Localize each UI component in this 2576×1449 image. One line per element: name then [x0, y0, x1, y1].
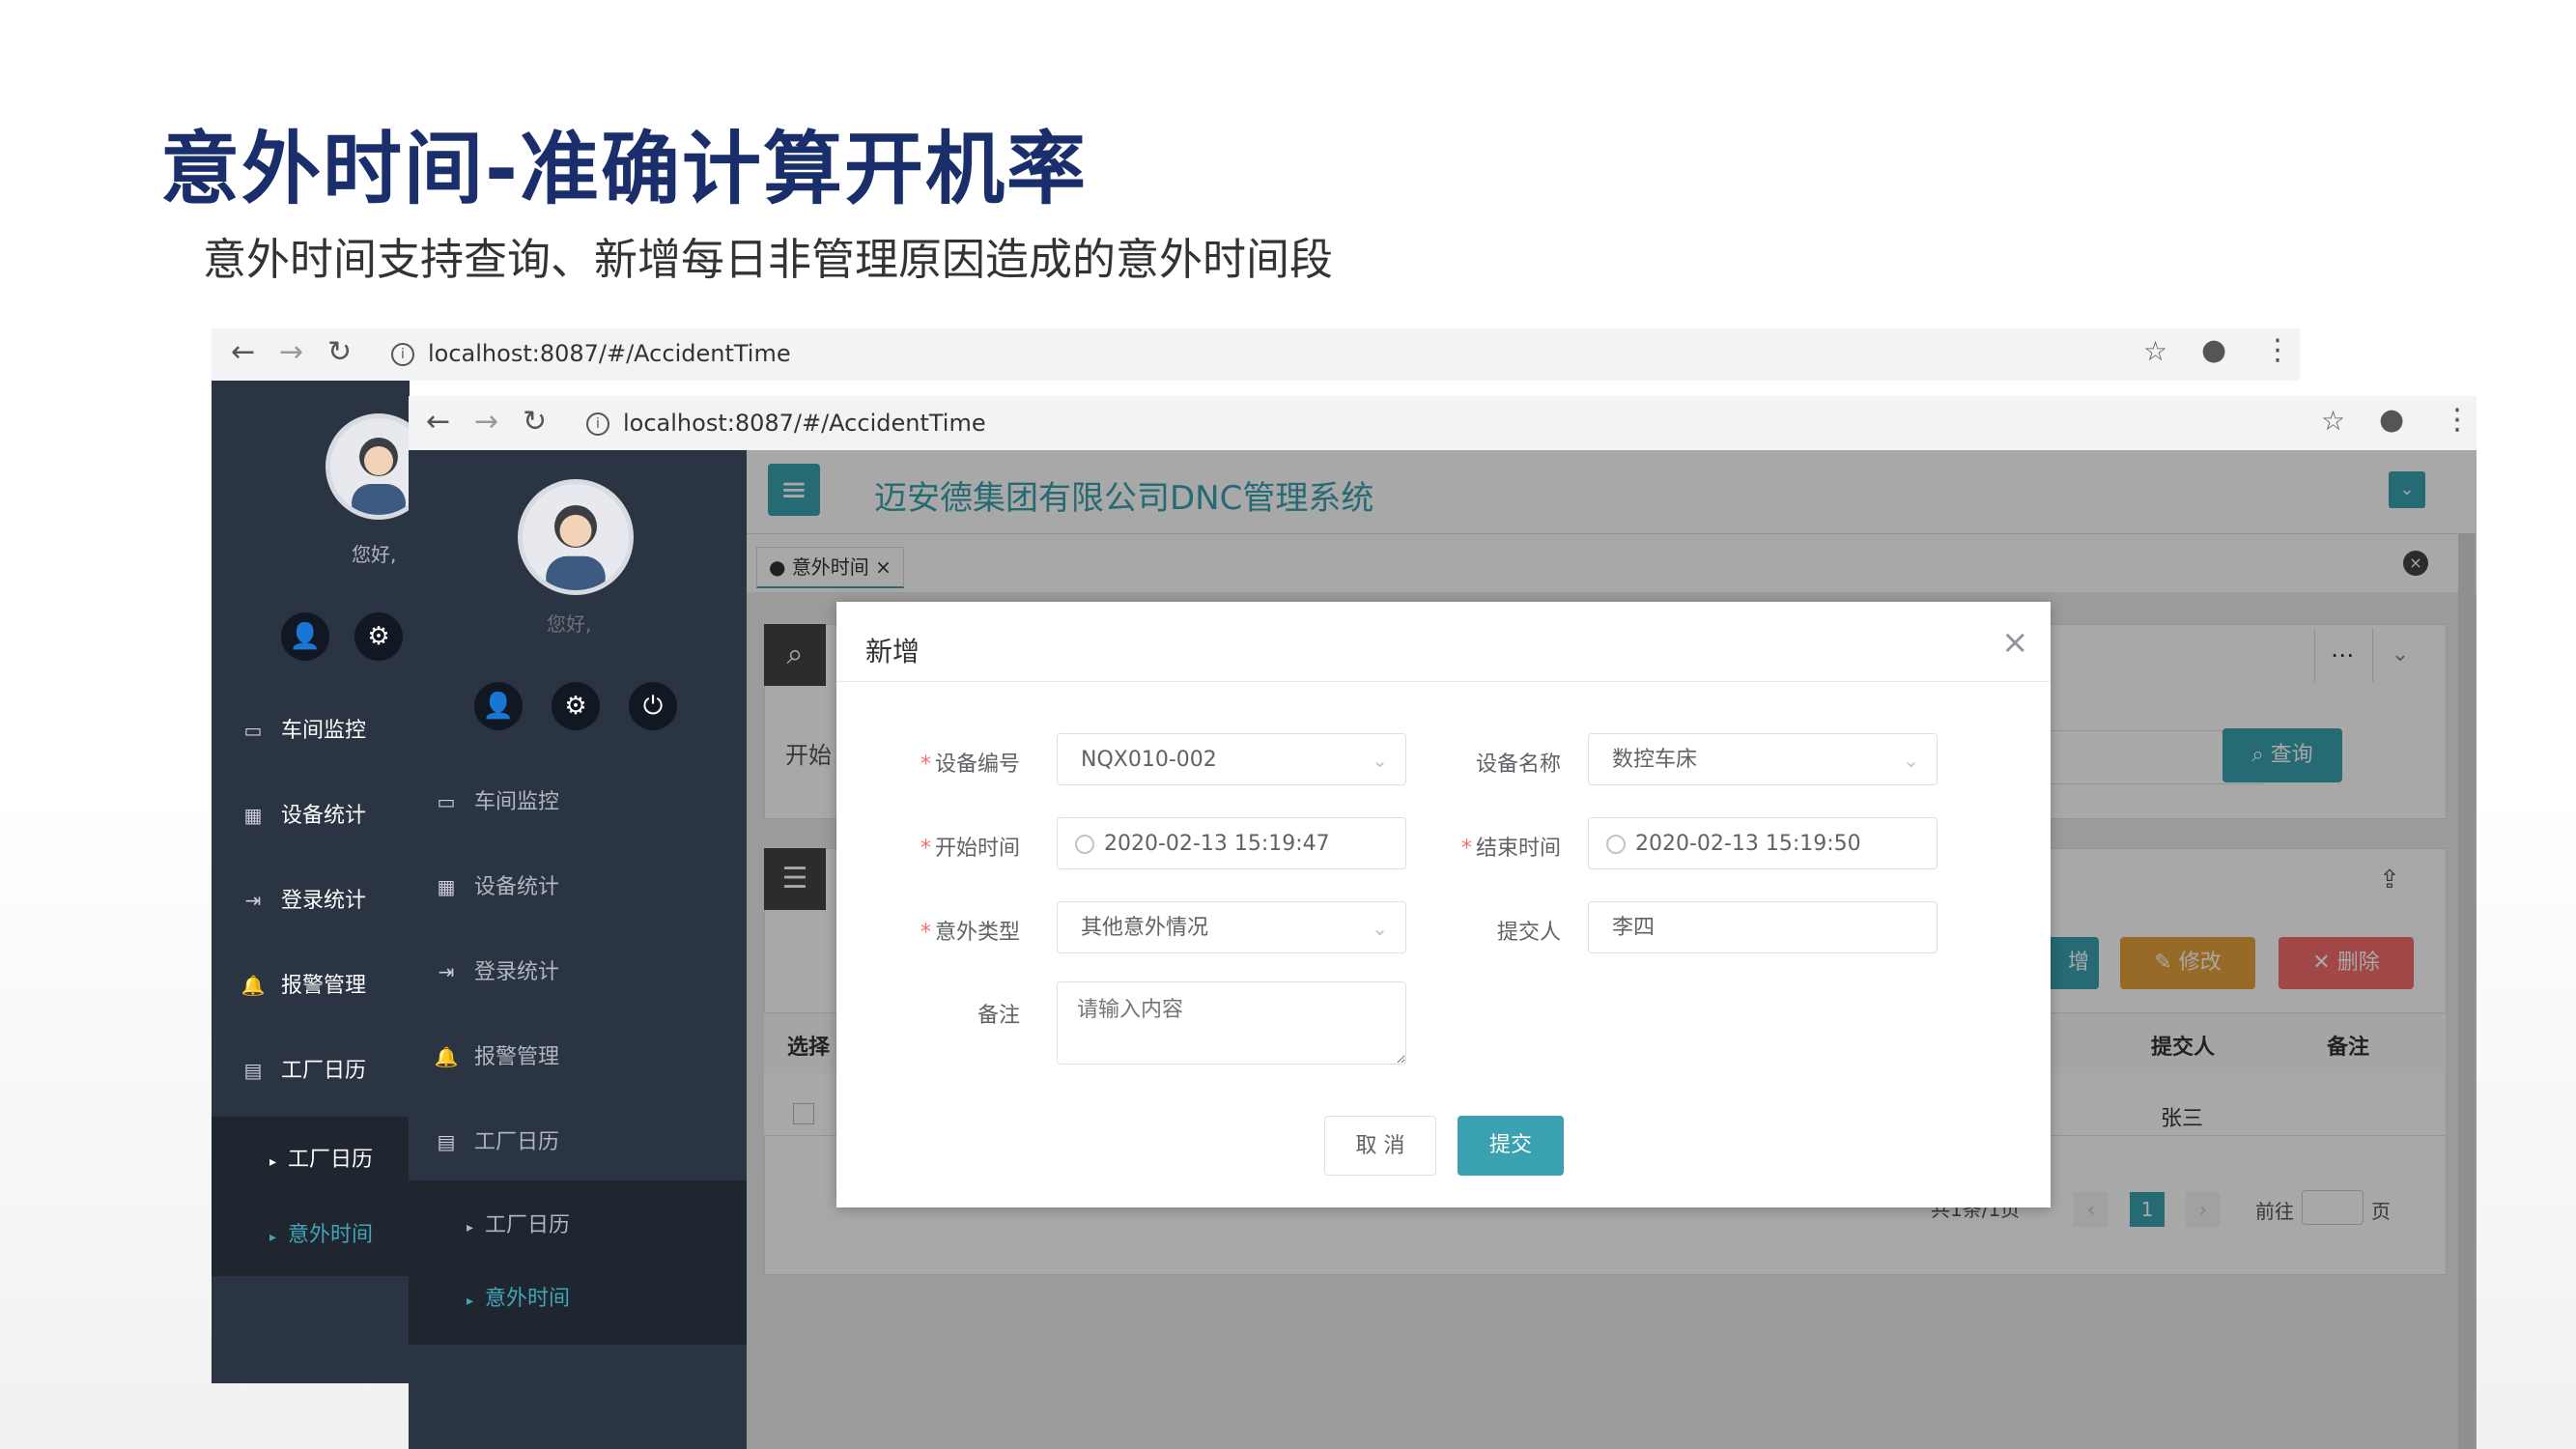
end-time-picker[interactable]: 2020-02-13 15:19:50	[1588, 817, 1938, 869]
start-time-label: * 开始时间	[920, 837, 1020, 861]
accident-type-label: * 意外类型	[920, 921, 1020, 945]
required-mark: *	[920, 837, 931, 861]
add-dialog: 新增 × * 设备编号 NQX010-002 ⌄ 设备名称 数控车床 ⌄ * 开始时间 …	[836, 602, 2051, 1208]
cancel-button[interactable]: 取 消	[1324, 1116, 1436, 1176]
power-icon[interactable]: ⏻	[629, 682, 677, 730]
sidebar-back: 您好, 👤 ⚙ ▭ 车间监控 ▦ 设备统计 ⇥ 登录统计 🔔 报警管理 ▤ 工厂日历 ▸ 工…	[212, 381, 432, 1383]
submitter-input[interactable]: 李四	[1588, 901, 1938, 953]
greeting-text: 您好,	[352, 543, 397, 566]
chevron-down-icon: ⌄	[1903, 749, 1919, 772]
remark-label: 备注	[977, 1004, 1020, 1028]
menu-dots-icon[interactable]: ⋮	[2263, 336, 2292, 365]
sidebar-item-alarm[interactable]: 🔔 报警管理	[239, 968, 366, 999]
caret-right-icon: ▸	[467, 1293, 474, 1309]
slide-subtitle: 意外时间支持查询、新增每日非管理原因造成的意外时间段	[203, 234, 1334, 285]
sidebar-item-alarm[interactable]: 🔔 报警管理	[432, 1039, 559, 1070]
device-code-select[interactable]: NQX010-002 ⌄	[1057, 733, 1406, 785]
chevron-down-icon: ⌄	[1372, 917, 1388, 940]
gear-icon[interactable]: ⚙	[552, 682, 600, 730]
accident-type-select[interactable]: 其他意外情况 ⌄	[1057, 901, 1406, 953]
gear-icon[interactable]: ⚙	[354, 612, 403, 661]
browser-toolbar-front: ← → ↻ i localhost:8087/#/AccidentTime ☆ ●…	[409, 396, 2477, 450]
browser-toolbar-back: ← → ↻ i localhost:8087/#/AccidentTime ☆ ●…	[212, 328, 2300, 381]
sidebar-subitem-accident-time[interactable]: ▸ 意外时间	[467, 1281, 570, 1312]
sidebar-item-calendar[interactable]: ▤ 工厂日历	[239, 1053, 366, 1084]
sidebar-item-login-stats[interactable]: ⇥ 登录统计	[239, 883, 366, 914]
reload-icon[interactable]: ↻	[523, 408, 547, 437]
bell-icon: 🔔	[241, 974, 266, 997]
star-icon[interactable]: ☆	[2321, 408, 2345, 435]
address-bar[interactable]: i localhost:8087/#/AccidentTime	[391, 340, 791, 367]
device-name-select[interactable]: 数控车床 ⌄	[1588, 733, 1938, 785]
forward-arrow-icon[interactable]: →	[279, 338, 303, 367]
caret-right-icon: ▸	[467, 1220, 474, 1236]
profile-icon[interactable]: ●	[2379, 406, 2404, 435]
device-name-label: 设备名称	[1475, 753, 1561, 777]
sidebar: 您好, 👤 ⚙ ⏻ ▭ 车间监控 ▦ 设备统计 ⇥ 登录统计 🔔 报警管理 ▤ 工厂日历 …	[409, 450, 747, 1449]
submit-button[interactable]: 提交	[1458, 1116, 1564, 1176]
greeting-text: 您好,	[547, 612, 592, 636]
login-icon: ⇥	[438, 960, 455, 983]
sidebar-subitem-accident-time[interactable]: ▸ 意外时间	[269, 1217, 373, 1248]
calendar-icon: ▤	[243, 1059, 263, 1082]
required-mark: *	[920, 921, 931, 945]
sidebar-item-device-stats[interactable]: ▦ 设备统计	[432, 869, 559, 900]
sidebar-item-workshop[interactable]: ▭ 车间监控	[432, 784, 559, 815]
required-mark: *	[920, 753, 931, 777]
address-bar[interactable]: i localhost:8087/#/AccidentTime	[586, 410, 986, 437]
close-icon[interactable]: ×	[2001, 623, 2029, 662]
sidebar-item-calendar[interactable]: ▤ 工厂日历	[432, 1124, 559, 1155]
device-code-label: * 设备编号	[920, 753, 1020, 777]
clock-icon	[1606, 835, 1626, 854]
menu-dots-icon[interactable]: ⋮	[2443, 406, 2472, 435]
user-icon[interactable]: 👤	[281, 612, 329, 661]
clock-icon	[1075, 835, 1094, 854]
sidebar-item-device-stats[interactable]: ▦ 设备统计	[239, 798, 366, 829]
reload-icon[interactable]: ↻	[327, 338, 352, 367]
table-icon: ▦	[243, 804, 263, 827]
back-arrow-icon[interactable]: ←	[231, 338, 255, 367]
remark-textarea[interactable]	[1057, 981, 1406, 1065]
start-time-picker[interactable]: 2020-02-13 15:19:47	[1057, 817, 1406, 869]
calendar-icon: ▤	[437, 1130, 456, 1153]
sidebar-item-workshop[interactable]: ▭ 车间监控	[239, 713, 366, 744]
info-icon: i	[586, 412, 609, 436]
slide-title: 意外时间-准确计算开机率	[160, 124, 1089, 215]
end-time-label: * 结束时间	[1460, 837, 1561, 861]
submenu-bg	[212, 1117, 410, 1276]
bell-icon: 🔔	[434, 1045, 459, 1068]
info-icon: i	[391, 343, 414, 366]
sidebar-subitem-calendar[interactable]: ▸ 工厂日历	[269, 1142, 373, 1173]
monitor-icon: ▭	[243, 719, 263, 742]
monitor-icon: ▭	[437, 790, 456, 813]
back-arrow-icon[interactable]: ←	[426, 408, 450, 437]
sidebar-subitem-calendar[interactable]: ▸ 工厂日历	[467, 1208, 570, 1238]
submenu-bg	[409, 1180, 747, 1345]
user-icon[interactable]: 👤	[474, 682, 523, 730]
profile-icon[interactable]: ●	[2201, 336, 2226, 365]
divider	[836, 681, 2051, 682]
chevron-down-icon: ⌄	[1372, 749, 1388, 772]
sidebar-item-login-stats[interactable]: ⇥ 登录统计	[432, 954, 559, 985]
avatar	[518, 479, 634, 595]
star-icon[interactable]: ☆	[2143, 338, 2167, 365]
dialog-title: 新增	[865, 636, 920, 668]
caret-right-icon: ▸	[269, 1230, 277, 1245]
submitter-label: 提交人	[1496, 921, 1561, 945]
required-mark: *	[1460, 837, 1472, 861]
login-icon: ⇥	[244, 889, 262, 912]
caret-right-icon: ▸	[269, 1154, 277, 1170]
table-icon: ▦	[437, 875, 456, 898]
forward-arrow-icon[interactable]: →	[474, 408, 498, 437]
